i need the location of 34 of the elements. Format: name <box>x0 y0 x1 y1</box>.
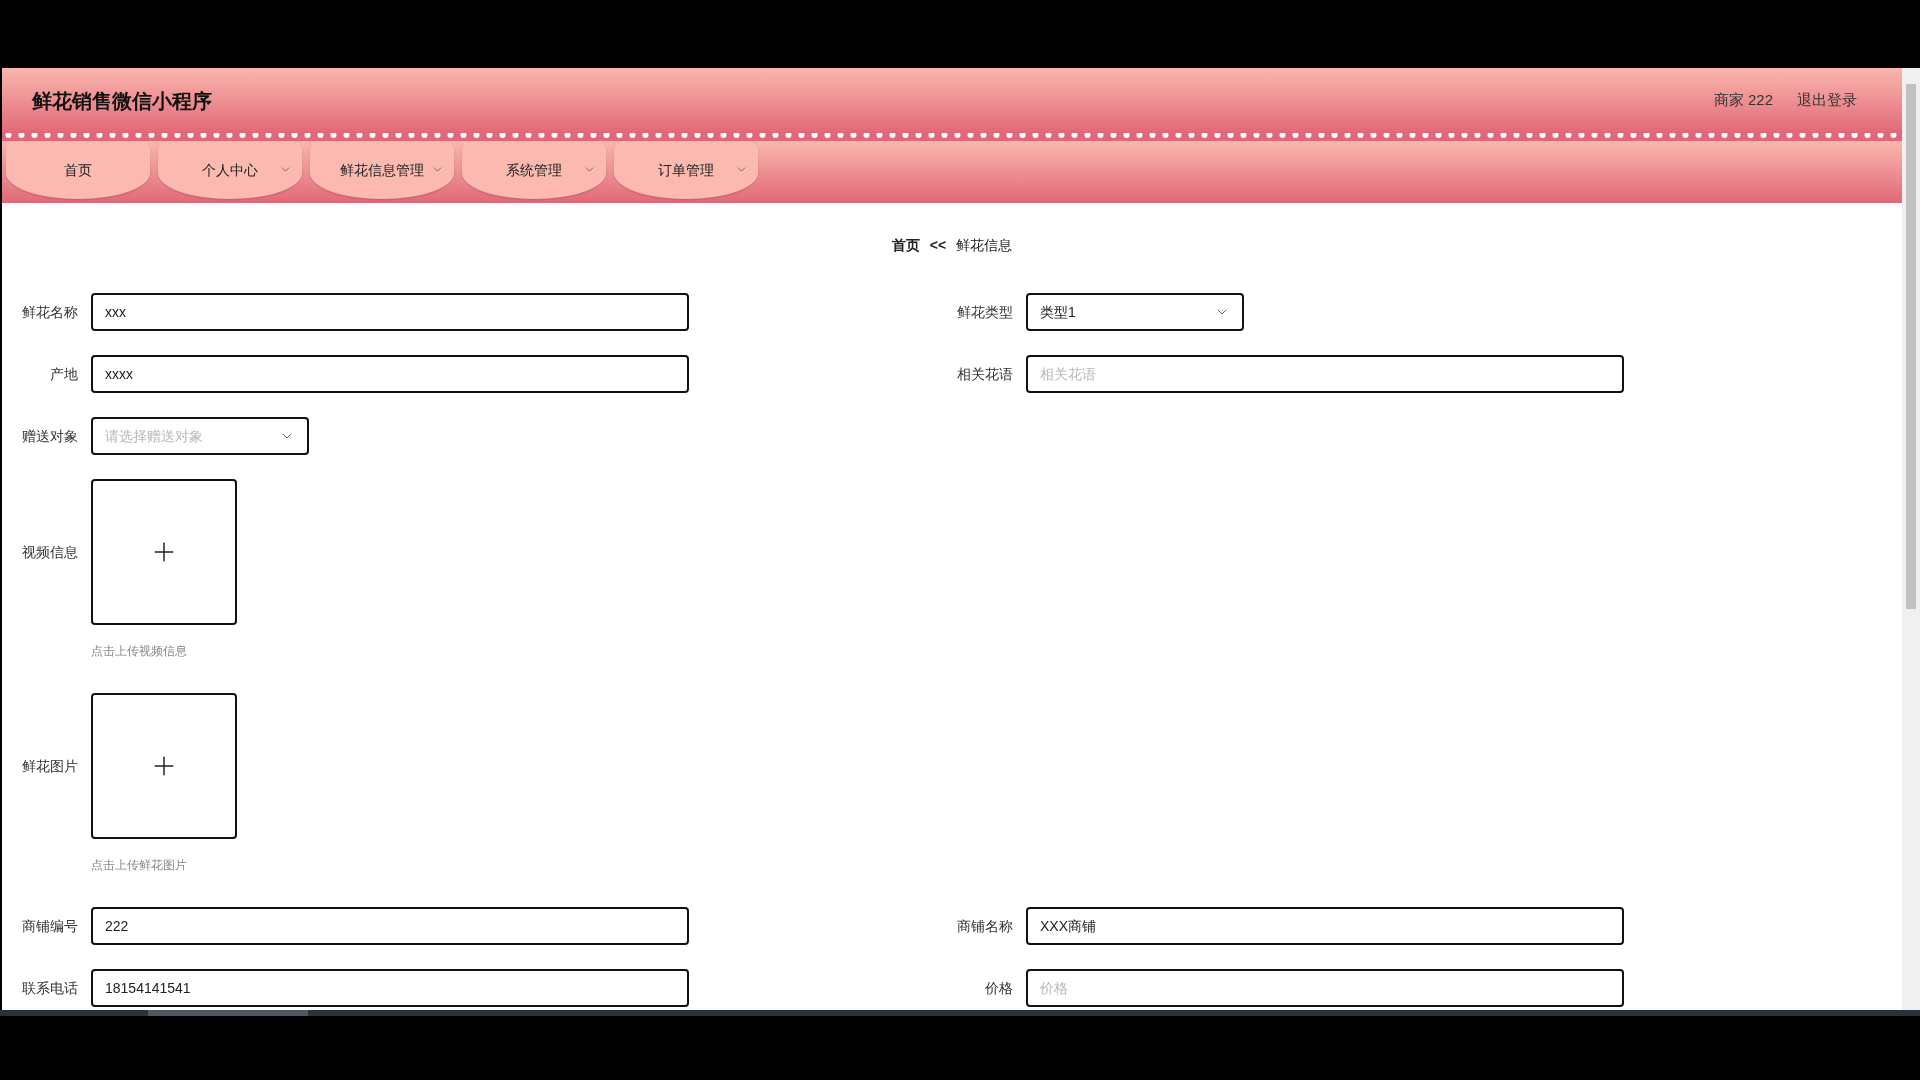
input-field[interactable]: 222 <box>91 907 689 945</box>
upload-hint: 点击上传视频信息 <box>91 643 188 660</box>
field-label: 商铺名称 <box>957 917 1013 934</box>
field-label: 相关花语 <box>957 365 1013 382</box>
field-label: 产地 <box>50 365 78 382</box>
user-name: 商家 222 <box>1713 90 1773 111</box>
scrollbar-thumb[interactable] <box>1906 84 1916 609</box>
nav-tab[interactable]: 个人中心 <box>158 141 302 199</box>
input-field[interactable]: XXX商铺 <box>1026 907 1624 945</box>
breadcrumb-link[interactable]: 首页 <box>891 235 920 256</box>
nav-tab[interactable]: 订单管理 <box>614 141 758 199</box>
nav-tab[interactable]: 鲜花信息管理 <box>310 141 454 199</box>
nav-tab[interactable]: 系统管理 <box>462 141 606 199</box>
input-field[interactable]: xxxx <box>91 355 689 393</box>
upload-box[interactable] <box>91 693 237 839</box>
field-label: 鲜花名称 <box>22 303 78 320</box>
scrollbar-thumb[interactable] <box>148 1010 308 1016</box>
breadcrumb-separator: << <box>929 236 947 255</box>
select-field[interactable]: 类型1 <box>1026 293 1244 331</box>
app-title: 鲜花销售微信小程序 <box>32 88 212 114</box>
logout-link[interactable]: 退出登录 <box>1797 89 1857 112</box>
upload-box[interactable] <box>91 479 237 625</box>
breadcrumb-current: 鲜花信息 <box>956 236 1013 255</box>
field-label: 商铺编号 <box>22 917 78 934</box>
field-label: 视频信息 <box>22 543 78 560</box>
field-label: 鲜花图片 <box>22 757 78 774</box>
upload-hint: 点击上传鲜花图片 <box>91 857 188 874</box>
field-label: 联系电话 <box>22 979 78 996</box>
field-label: 鲜花类型 <box>957 303 1013 320</box>
input-field[interactable]: 18154141541 <box>91 969 689 1007</box>
field-label: 价格 <box>985 979 1013 996</box>
nav-tab[interactable]: 首页 <box>6 141 150 199</box>
input-field[interactable]: xxx <box>91 293 689 331</box>
field-label: 赠送对象 <box>22 427 78 444</box>
